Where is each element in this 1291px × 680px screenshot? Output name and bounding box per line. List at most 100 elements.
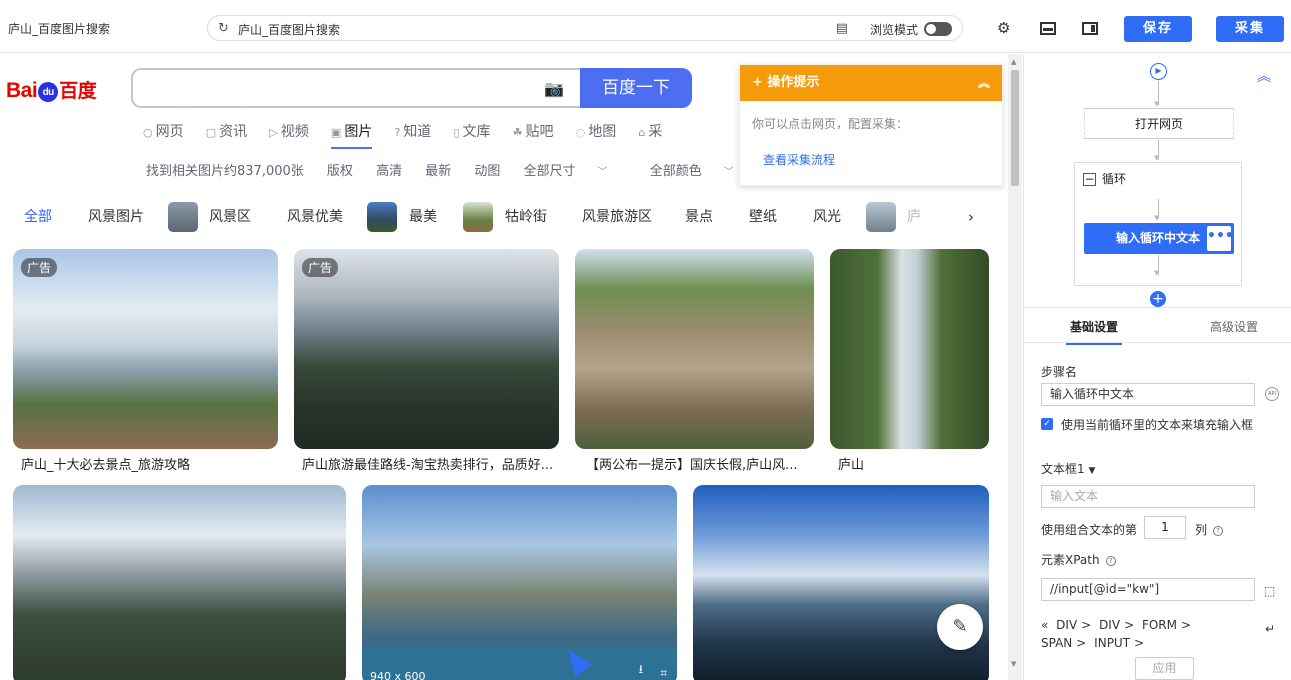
tag-thumbnail[interactable] xyxy=(367,202,397,232)
breadcrumb-item[interactable]: INPUT xyxy=(1094,636,1130,650)
input-loop-text-node[interactable]: 输入循环中文本 ••• xyxy=(1084,223,1234,254)
use-loop-text-checkbox[interactable]: ✓ xyxy=(1041,418,1053,430)
tag-item[interactable]: 庐 xyxy=(907,202,921,232)
flow-arrow: ▼ xyxy=(1154,269,1160,277)
textbox-label[interactable]: 文本框1 ▼ xyxy=(1041,460,1095,477)
tag-item[interactable]: 风景区 xyxy=(209,202,251,232)
image-caption[interactable]: 庐山旅游最佳路线-淘宝热卖排行，品质好... xyxy=(302,454,557,473)
bag-icon: ⌂ xyxy=(638,126,646,139)
breadcrumb-item[interactable]: FORM xyxy=(1142,618,1177,632)
tip-panel-header[interactable]: + 操作提示 ︽ xyxy=(740,65,1002,101)
api-icon[interactable]: API xyxy=(1265,387,1279,401)
tab-shop[interactable]: ⌂ 采 xyxy=(638,121,662,141)
nav-tabs: ○ 网页 ▢ 资讯 ▷ 视频 ▣ 图片 ? 知道 ▯ 文库 ☘ 贴吧 ◌ 地图 ⌂ 采 xyxy=(143,121,680,143)
tag-item[interactable]: 壁纸 xyxy=(749,202,777,232)
tab-tieba[interactable]: ☘ 贴吧 xyxy=(513,121,554,141)
tab-basic-settings[interactable]: 基础设置 xyxy=(1065,318,1123,345)
collect-button[interactable]: 采集 xyxy=(1216,16,1284,42)
gear-icon[interactable]: ⚙ xyxy=(997,19,1010,37)
play-icon[interactable]: ▶ xyxy=(1150,63,1167,80)
image-result[interactable] xyxy=(13,485,346,680)
address-text[interactable]: 庐山_百度图片搜索 xyxy=(238,21,340,38)
address-bar[interactable]: ↻ 庐山_百度图片搜索 ▤ 浏览模式 xyxy=(207,15,963,41)
tag-item[interactable]: 最美 xyxy=(409,202,437,232)
open-page-node[interactable]: 打开网页 xyxy=(1084,108,1234,139)
save-button[interactable]: 保存 xyxy=(1124,16,1192,42)
image-result[interactable]: 940 x 600 ⭳ ⌗ xyxy=(362,485,677,680)
add-step-icon[interactable]: + xyxy=(1150,291,1166,307)
tab-zhidao[interactable]: ? 知道 xyxy=(394,121,431,141)
view-flow-link[interactable]: 查看采集流程 xyxy=(763,151,835,168)
step-name-input[interactable]: 输入循环中文本 xyxy=(1041,383,1255,406)
tab-web[interactable]: ○ 网页 xyxy=(143,121,184,141)
search-button[interactable]: 百度一下 xyxy=(580,68,692,108)
image-caption[interactable]: 庐山 xyxy=(838,454,988,473)
image-result[interactable]: 广告 xyxy=(13,249,278,449)
camera-icon[interactable]: 📷 xyxy=(544,79,564,98)
tab-image[interactable]: ▣ 图片 xyxy=(331,121,372,149)
tab-advanced-settings[interactable]: 高级设置 xyxy=(1210,318,1258,335)
loop-header[interactable]: − 循环 xyxy=(1083,170,1126,187)
filter-color[interactable]: 全部颜色 ﹀ xyxy=(650,164,753,179)
filter-bar: 找到相关图片约837,000张 版权 高清 最新 动图 全部尺寸 ﹀ 全部颜色 ﹀ xyxy=(146,160,772,179)
image-result[interactable]: 广告 xyxy=(294,249,559,449)
chevron-down-icon: ﹀ xyxy=(597,167,608,178)
image-caption[interactable]: 庐山_十大必去景点_旅游攻略 xyxy=(21,454,276,473)
image-result[interactable] xyxy=(575,249,814,449)
scrollbar-thumb[interactable] xyxy=(1011,70,1019,186)
pick-element-icon[interactable]: ⬚ xyxy=(1264,584,1275,598)
paw-icon: ☘ xyxy=(512,126,523,139)
tag-all[interactable]: 全部 xyxy=(24,202,52,232)
chevron-right-icon[interactable]: › xyxy=(968,208,974,226)
reload-icon[interactable]: ↻ xyxy=(218,21,229,36)
text-input[interactable]: 输入文本 xyxy=(1041,485,1255,508)
tag-thumbnail[interactable] xyxy=(168,202,198,232)
breadcrumb-item[interactable]: DIV xyxy=(1056,618,1077,632)
tab-wenku[interactable]: ▯ 文库 xyxy=(453,121,490,141)
image-caption[interactable]: 【两公布一提示】国庆长假,庐山风... xyxy=(586,454,811,473)
tab-video[interactable]: ▷ 视频 xyxy=(269,121,308,141)
related-tags: 全部 风景图片 风景区 风景优美 最美 牯岭街 风景旅游区 景点 壁纸 风光 庐… xyxy=(0,202,1006,232)
layout-split-icon[interactable] xyxy=(1082,22,1098,35)
baidu-logo[interactable]: Bai du 百度 xyxy=(6,76,97,103)
browse-mode-toggle[interactable] xyxy=(924,22,952,36)
search-input[interactable]: 📷 xyxy=(131,68,582,108)
breadcrumb-item[interactable]: SPAN xyxy=(1041,636,1072,650)
more-icon[interactable]: ••• xyxy=(1207,226,1234,251)
workflow-panel: ▶ ▼ 打开网页 ▼ − 循环 ▼ 输入循环中文本 ••• ▼ + ︽ 基础设置 … xyxy=(1023,54,1291,680)
tag-item[interactable]: 牯岭街 xyxy=(505,202,547,232)
ad-badge: 广告 xyxy=(21,258,58,277)
return-icon[interactable]: ↵ xyxy=(1265,622,1275,636)
tag-item[interactable]: 风光 xyxy=(813,202,841,232)
image-result[interactable] xyxy=(830,249,989,449)
chevrons-up-icon[interactable]: ︽ xyxy=(1257,66,1271,86)
tag-item[interactable]: 风景优美 xyxy=(287,202,343,232)
scan-icon[interactable]: ⌗ xyxy=(660,666,667,680)
download-icon[interactable]: ⭳ xyxy=(639,660,643,680)
browser-scrollbar[interactable]: ▲ ▼ xyxy=(1008,54,1022,680)
image-result[interactable] xyxy=(693,485,989,680)
tag-item[interactable]: 风景图片 xyxy=(88,202,144,232)
tab-news[interactable]: ▢ 资讯 xyxy=(206,121,247,141)
collapse-icon[interactable]: ︽ xyxy=(978,65,990,101)
edit-icon[interactable]: ✎ xyxy=(937,604,983,650)
column-number-input[interactable]: 1 xyxy=(1144,516,1186,539)
tip-panel: + 操作提示 ︽ 你可以点击网页，配置采集： 查看采集流程 xyxy=(739,64,1003,186)
filter-copyright[interactable]: 版权 xyxy=(327,164,353,179)
xpath-input[interactable]: //input[@id="kw"] xyxy=(1041,578,1255,601)
filter-hd[interactable]: 高清 xyxy=(376,164,402,179)
workflow-diagram: ▶ ▼ 打开网页 ▼ − 循环 ▼ 输入循环中文本 ••• ▼ + ︽ xyxy=(1024,54,1291,307)
apply-button[interactable]: 应用 xyxy=(1135,657,1194,680)
layout-single-icon[interactable] xyxy=(1040,22,1056,35)
filter-size[interactable]: 全部尺寸 ﹀ xyxy=(524,164,627,179)
video-icon: ▷ xyxy=(269,126,278,139)
filter-animated[interactable]: 动图 xyxy=(474,164,500,179)
tab-map[interactable]: ◌ 地图 xyxy=(576,121,617,141)
page-icon[interactable]: ▤ xyxy=(836,21,848,36)
tag-thumbnail[interactable] xyxy=(866,202,896,232)
filter-latest[interactable]: 最新 xyxy=(425,164,451,179)
breadcrumb-item[interactable]: DIV xyxy=(1099,618,1120,632)
tag-item[interactable]: 风景旅游区 xyxy=(582,202,652,232)
tag-item[interactable]: 景点 xyxy=(685,202,713,232)
tag-thumbnail[interactable] xyxy=(463,202,493,232)
